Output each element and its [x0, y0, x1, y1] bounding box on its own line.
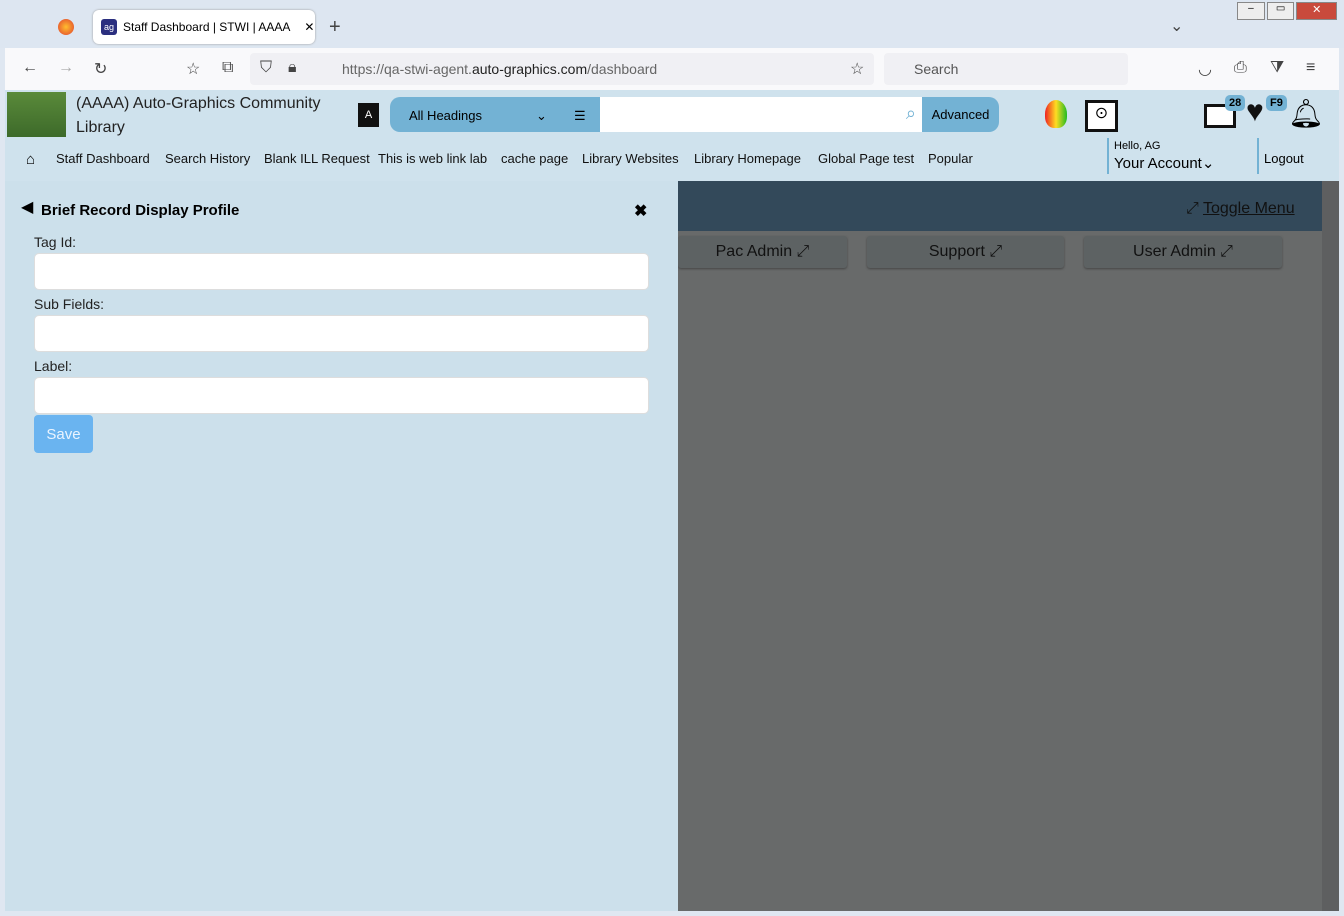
browser-tab[interactable]: ag Staff Dashboard | STWI | AAAA ✕ — [93, 10, 315, 44]
search-scope-select[interactable]: All Headings ⌄ ☰ — [390, 97, 600, 132]
extensions-icon[interactable]: ⧩ — [1270, 59, 1284, 77]
save-button[interactable]: Save — [34, 415, 93, 453]
home-icon[interactable]: ⌂ — [26, 151, 35, 168]
dashboard-overlay — [678, 181, 1322, 911]
logout-link[interactable]: Logout — [1264, 151, 1304, 166]
search-icon[interactable]: ⌕ — [906, 103, 916, 124]
sub-fields-input[interactable] — [34, 315, 649, 352]
firefox-icon — [58, 19, 74, 35]
panel-title: Brief Record Display Profile — [41, 202, 240, 219]
maximize-button[interactable]: ▭ — [1266, 2, 1295, 20]
button-label: Support — [928, 243, 985, 260]
close-icon[interactable]: ✖ — [634, 201, 647, 221]
nav-staff-dashboard[interactable]: Staff Dashboard — [56, 151, 150, 166]
star-icon[interactable]: ☆ — [850, 59, 864, 79]
url-domain: auto-graphics.com — [471, 61, 588, 77]
tab-list-icon[interactable]: ⌄ — [1170, 16, 1183, 36]
toggle-menu-link[interactable]: ⤢ Toggle Menu — [1186, 200, 1295, 218]
side-panel: ◀ Brief Record Display Profile ✖ — [5, 181, 678, 911]
search-placeholder: Search — [914, 61, 959, 77]
divider — [1107, 138, 1109, 174]
button-label: Pac Admin — [715, 243, 793, 260]
tag-id-label: Tag Id: — [34, 234, 77, 250]
minimize-button[interactable]: – — [1237, 2, 1265, 20]
sub-fields-label: Sub Fields: — [34, 296, 105, 312]
nav-library-websites[interactable]: Library Websites — [582, 151, 679, 166]
reload-icon[interactable]: ↻ — [94, 59, 107, 79]
nav-library-homepage[interactable]: Library Homepage — [694, 151, 801, 166]
bookmark-add-icon[interactable]: ☆ — [186, 59, 200, 79]
bell-icon[interactable]: 🔔︎ — [1288, 97, 1324, 130]
close-window-button[interactable]: ✕ — [1296, 2, 1338, 20]
favorites-badge: F9 — [1266, 95, 1287, 111]
chevron-down-icon: ⌄ — [536, 108, 547, 123]
shield-icon[interactable]: ⛉ — [260, 59, 272, 77]
back-icon[interactable]: ← — [22, 59, 38, 77]
pocket-icon[interactable]: ◡ — [1198, 59, 1212, 79]
divider — [1257, 138, 1259, 174]
address-bar[interactable]: https://qa-stwi-agent.auto-graphics.com/… — [250, 53, 874, 85]
nav-cache-page[interactable]: cache page — [501, 151, 568, 166]
lock-icon[interactable]: 🔒︎ — [288, 59, 297, 77]
nav-web-link-lab[interactable]: This is web link lab — [378, 151, 487, 166]
button-label: User Admin — [1133, 243, 1216, 260]
list-badge: 28 — [1225, 95, 1246, 111]
menu-icon[interactable]: ≡ — [1306, 59, 1315, 77]
label-input[interactable] — [34, 377, 649, 414]
pac-admin-button[interactable]: Pac Admin ⤢ — [678, 236, 847, 268]
chevron-down-icon: ⌄ — [1201, 155, 1215, 172]
label-label: Label: — [34, 358, 73, 374]
heart-icon[interactable]: ♥ — [1246, 95, 1264, 129]
database-icon[interactable]: ☰ — [574, 108, 586, 124]
share-icon[interactable]: ⧉ — [222, 59, 233, 77]
search-catalog-icon[interactable]: ⊙ — [1085, 100, 1118, 132]
translate-icon[interactable]: A — [358, 103, 379, 127]
user-admin-button[interactable]: User Admin ⤢ — [1084, 236, 1282, 268]
tab-title: Staff Dashboard | STWI | AAAA — [123, 20, 291, 34]
nav-search-history[interactable]: Search History — [165, 151, 250, 166]
balloon-icon[interactable] — [1045, 100, 1067, 128]
advanced-search-button[interactable]: Advanced — [922, 97, 999, 132]
toggle-menu-label: Toggle Menu — [1202, 200, 1295, 217]
site-favicon: ag — [101, 19, 117, 35]
window-controls: – ▭ ✕ — [1237, 2, 1338, 20]
url-prefix: https://qa-stwi-agent. — [342, 61, 472, 77]
search-scope-value: All Headings — [409, 108, 482, 123]
support-button[interactable]: Support ⤢ — [867, 236, 1064, 268]
scrollbar[interactable] — [1322, 181, 1339, 911]
library-logo[interactable] — [7, 92, 66, 137]
nav-blank-ill-request[interactable]: Blank ILL Request — [264, 151, 370, 166]
print-icon[interactable]: ⎙ — [1234, 59, 1247, 77]
browser-search[interactable]: Search — [884, 53, 1128, 85]
back-circle-icon[interactable]: ◀ — [21, 197, 33, 217]
account-label: Your Account — [1114, 155, 1202, 172]
nav-global-page-test[interactable]: Global Page test — [818, 151, 914, 166]
url-path: /dashboard — [587, 61, 658, 77]
catalog-search-input[interactable]: ⌕ — [600, 97, 922, 132]
expand-icon: ⤢ — [1186, 200, 1199, 217]
new-tab-icon[interactable]: + — [329, 16, 341, 39]
nav-popular[interactable]: Popular — [928, 151, 973, 166]
account-menu[interactable]: Your Account⌄ — [1114, 154, 1214, 172]
close-tab-icon[interactable]: ✕ — [304, 20, 314, 34]
library-name: (AAAA) Auto-Graphics Community Library — [76, 95, 321, 136]
tag-id-input[interactable] — [34, 253, 649, 290]
forward-icon[interactable]: → — [58, 59, 74, 77]
greeting: Hello, AG — [1114, 140, 1161, 152]
